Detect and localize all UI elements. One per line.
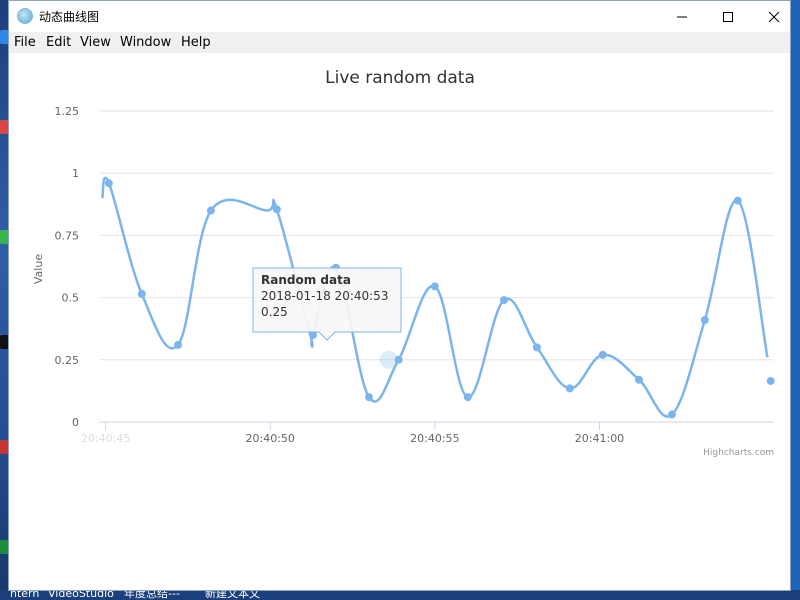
data-point[interactable] [766, 376, 775, 385]
data-point[interactable] [700, 315, 709, 324]
y-tick-label: 0.25 [55, 354, 80, 367]
menu-edit[interactable]: Edit [46, 35, 71, 50]
menu-help[interactable]: Help [181, 35, 211, 50]
data-point[interactable] [430, 282, 439, 291]
data-point[interactable] [206, 206, 215, 215]
menu-view[interactable]: View [80, 35, 111, 50]
y-tick-label: 0 [72, 416, 79, 429]
app-globe-icon [17, 8, 33, 24]
data-point[interactable] [463, 393, 472, 402]
data-point[interactable] [394, 355, 403, 364]
tooltip-series-name: Random data [261, 273, 351, 287]
menu-bar: File Edit View Window Help [9, 32, 790, 53]
data-point[interactable] [733, 196, 742, 205]
maximize-icon [723, 11, 733, 22]
x-tick-label: 20:41:00 [575, 432, 624, 445]
data-point[interactable] [137, 289, 146, 298]
y-axis-label: Value [32, 254, 45, 284]
tooltip-time: 2018-01-18 20:40:53 [261, 289, 388, 303]
close-button[interactable] [751, 1, 797, 32]
y-tick-label: 1 [72, 167, 79, 180]
close-icon [768, 11, 780, 22]
minimize-button[interactable] [659, 1, 705, 32]
chart-title: Live random data [325, 68, 475, 88]
data-point[interactable] [565, 384, 574, 393]
live-chart[interactable]: Live random data Value 0 0.25 0.5 0.75 1 1.25… [9, 53, 790, 590]
desktop-taskbar-labels: ntern VideoStudio 年度总结--- 新建文本文 [0, 590, 800, 600]
data-point[interactable] [500, 296, 508, 305]
desktop-label[interactable]: ntern [10, 590, 39, 599]
desktop-background-right [790, 0, 800, 600]
window-title: 动态曲线图 [39, 10, 100, 24]
minimize-icon [677, 16, 687, 17]
tooltip-value: 0.25 [261, 305, 288, 319]
desktop-label[interactable]: 年度总结--- [124, 590, 180, 599]
menu-file[interactable]: File [14, 35, 36, 50]
data-point[interactable] [272, 205, 281, 214]
menu-window[interactable]: Window [120, 35, 171, 50]
app-window: 动态曲线图 File Edit View Window Help Live ra… [8, 0, 791, 591]
x-tick-label: 20:40:55 [410, 432, 459, 445]
maximize-button[interactable] [705, 1, 751, 32]
highcharts-credits[interactable]: Highcharts.com [703, 448, 774, 458]
x-tick-label: 20:40:50 [246, 432, 295, 445]
chart-area: Live random data Value 0 0.25 0.5 0.75 1 1.25… [9, 53, 790, 590]
data-point[interactable] [635, 375, 643, 384]
y-tick-label: 0.5 [62, 292, 80, 305]
data-point[interactable] [365, 393, 373, 402]
data-point[interactable] [598, 350, 607, 359]
desktop-label[interactable]: VideoStudio [48, 590, 114, 599]
data-point[interactable] [532, 343, 541, 352]
y-tick-label: 0.75 [55, 229, 80, 242]
y-tick-label: 1.25 [55, 105, 80, 118]
title-bar[interactable]: 动态曲线图 [9, 1, 790, 32]
x-tick-label: 20:40:45 [81, 432, 130, 445]
data-point[interactable] [174, 340, 183, 349]
data-point[interactable] [104, 179, 113, 188]
data-point[interactable] [667, 410, 676, 419]
desktop-label[interactable]: 新建文本文 [205, 590, 260, 599]
